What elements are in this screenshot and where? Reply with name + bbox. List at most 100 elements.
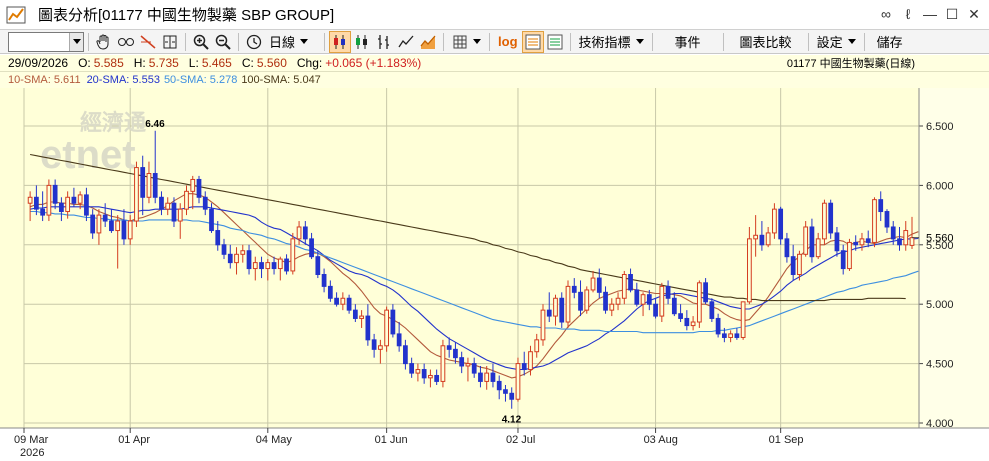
candle-body	[134, 167, 139, 222]
candle-body	[490, 372, 496, 382]
candle-body	[202, 196, 208, 210]
candle-body	[678, 313, 683, 319]
candle-body	[615, 297, 621, 305]
worksheet-icon[interactable]	[544, 31, 566, 53]
period-label: 日線	[269, 35, 296, 50]
candle-body	[815, 238, 821, 258]
candle-body	[52, 184, 58, 204]
link-icon[interactable]: ∞	[877, 4, 895, 24]
plot-background	[24, 88, 919, 428]
candle-body	[40, 208, 46, 216]
candle-body	[596, 277, 602, 293]
ohlc-bar-icon[interactable]	[373, 31, 395, 53]
area-chart-icon[interactable]	[417, 31, 439, 53]
open-value: 5.585	[93, 56, 124, 70]
toolbar-separator	[324, 32, 326, 51]
info-date: 29/09/2026	[8, 56, 69, 70]
candle-body	[252, 262, 258, 270]
save-button[interactable]: 儲存	[869, 31, 911, 53]
candle-body	[327, 285, 333, 299]
indicator-panel-icon[interactable]	[521, 30, 544, 53]
maximize-button[interactable]: ☐	[943, 4, 961, 24]
symbol-combo[interactable]	[8, 31, 84, 52]
candle-body	[415, 369, 421, 374]
left-margin	[0, 88, 24, 428]
chevron-down-icon	[473, 39, 482, 44]
grid-dropdown[interactable]	[448, 31, 485, 53]
candle-body	[565, 285, 571, 323]
events-button[interactable]: 事件	[657, 31, 719, 53]
candle-body	[65, 196, 71, 213]
candle-body	[828, 202, 834, 234]
candle-body	[721, 333, 727, 338]
candle-body	[377, 345, 383, 350]
sma-legend: 10-SMA: 5.611 20-SMA: 5.553 50-SMA: 5.27…	[0, 72, 989, 88]
candlestick-icon[interactable]	[329, 30, 352, 53]
candle-body	[265, 262, 271, 270]
candle-body	[571, 285, 577, 293]
minimize-button[interactable]: —	[921, 4, 939, 24]
candle-body	[446, 345, 452, 350]
price-chart[interactable]: 經濟通 etnet 6.464.12 6.5006.0005.5005.0004…	[0, 88, 989, 461]
toolbar: 日線 log 技術指標 事件 圖表比較 設定 儲存	[0, 30, 989, 54]
toolbar-separator	[443, 32, 445, 51]
candle-body	[102, 214, 108, 222]
settings-dropdown[interactable]: 設定	[813, 31, 860, 53]
candle-body	[634, 289, 640, 305]
indicators-label: 技術指標	[578, 35, 631, 50]
candle-body	[390, 309, 396, 335]
candle-body	[27, 196, 33, 204]
pin-icon[interactable]: ℓ	[899, 4, 917, 24]
zoom-in-icon[interactable]	[190, 31, 212, 53]
candle-body	[772, 208, 777, 234]
symbol-input[interactable]	[9, 32, 69, 51]
candle-body	[534, 339, 540, 353]
log-scale-button[interactable]: log	[494, 31, 522, 53]
title-bar: 圖表分析[01177 中國生物製藥 SBP GROUP] ∞ ℓ — ☐ ✕	[0, 0, 989, 30]
candle-body	[803, 226, 809, 255]
zoom-out-icon[interactable]	[212, 31, 234, 53]
x-tick-label: 09 Mar	[14, 434, 49, 446]
candle-body	[346, 297, 352, 311]
candle-body	[403, 345, 408, 365]
trendline-icon[interactable]	[137, 31, 159, 53]
candle-body	[840, 250, 846, 270]
x-tick-label: 02 Jul	[506, 434, 535, 446]
chevron-down-icon	[847, 39, 856, 44]
candle-body	[421, 369, 427, 379]
candle-body	[884, 211, 890, 228]
fit-width-icon[interactable]	[159, 31, 181, 53]
candle-body	[553, 297, 558, 317]
candle-body	[96, 214, 102, 234]
candlestick-hollow-icon[interactable]	[351, 31, 373, 53]
price-annotation: 6.46	[145, 119, 165, 130]
candle-body	[665, 285, 671, 299]
period-dropdown[interactable]: 日線	[265, 31, 312, 53]
candle-body	[847, 241, 852, 270]
line-chart-icon[interactable]	[395, 31, 417, 53]
x-tick-label: 01 Sep	[769, 434, 804, 446]
chevron-down-icon[interactable]	[69, 32, 83, 51]
sma-10-label: 10-SMA: 5.611	[8, 74, 81, 86]
candle-body	[234, 253, 239, 264]
candle-body	[321, 274, 327, 287]
candle-body	[646, 294, 652, 305]
candle-body	[77, 194, 83, 204]
crosshair-zoom-icon[interactable]	[115, 31, 137, 53]
candle-body	[240, 250, 246, 255]
x-tick-label: 01 Apr	[118, 434, 150, 446]
candle-body	[152, 173, 158, 198]
indicators-dropdown[interactable]: 技術指標	[575, 31, 648, 53]
watermark-chinese: 經濟通	[80, 110, 146, 135]
candle-body	[653, 303, 658, 317]
axis-background	[919, 88, 989, 428]
candle-body	[459, 357, 465, 367]
candle-body	[740, 301, 746, 338]
clock-icon[interactable]	[243, 31, 265, 53]
candle-body	[484, 372, 490, 382]
hand-icon[interactable]	[93, 31, 115, 53]
candle-body	[728, 333, 733, 338]
close-button[interactable]: ✕	[965, 4, 983, 24]
candle-body	[90, 214, 96, 234]
compare-button[interactable]: 圖表比較	[728, 31, 804, 53]
